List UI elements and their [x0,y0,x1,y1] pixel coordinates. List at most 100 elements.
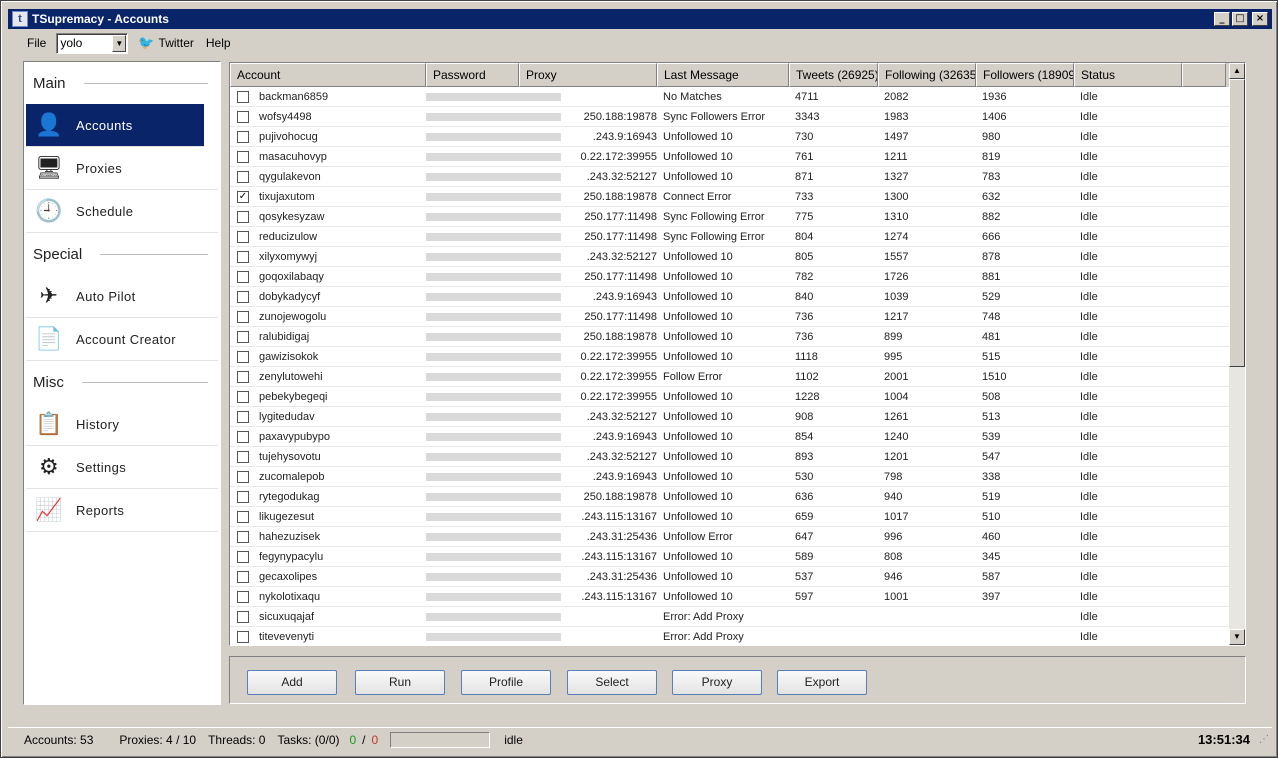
table-row[interactable]: backman6859 No Matches 4711 2082 1936 Idle [230,87,1245,107]
menu-file[interactable]: File [21,36,52,50]
account-name: hahezuzisek [259,531,321,543]
table-row[interactable]: titevevenyti Error: Add Proxy Idle [230,627,1245,645]
select-button[interactable]: Select [567,670,657,695]
table-row[interactable]: zucomalepob .243.9:16943 Unfollowed 10 530 7… [230,467,1245,487]
row-checkbox[interactable] [237,411,249,423]
row-checkbox[interactable] [237,171,249,183]
table-row[interactable]: lygitedudav .243.32:52127 Unfollowed 10 908… [230,407,1245,427]
table-row[interactable]: zunojewogolu 250.177:11498 Unfollowed 10 73… [230,307,1245,327]
row-checkbox[interactable] [237,111,249,123]
sidebar-item-auto-pilot[interactable]: ✈ Auto Pilot [26,275,218,318]
sidebar-item-reports[interactable]: 📈 Reports [26,489,218,532]
sidebar-item-schedule[interactable]: 🕘 Schedule [26,190,218,233]
table-row[interactable]: qygulakevon .243.32:52127 Unfollowed 10 871… [230,167,1245,187]
table-row[interactable]: qosykesyzaw 250.177:11498 Sync Following E… [230,207,1245,227]
table-row[interactable]: pujivohocug .243.9:16943 Unfollowed 10 730 1… [230,127,1245,147]
masked-password [426,333,519,341]
table-row[interactable]: pebekybegeqi 0.22.172:39955 Unfollowed 10 1… [230,387,1245,407]
row-checkbox[interactable] [237,131,249,143]
table-row[interactable]: zenylutowehi 0.22.172:39955 Follow Error 11… [230,367,1245,387]
column-header-status[interactable]: Status [1074,63,1182,87]
grid-scrollbar[interactable]: ▲ ▼ [1229,63,1245,645]
cell-followers: 587 [982,571,1001,583]
sidebar-item-account-creator[interactable]: 📄 Account Creator [26,318,218,361]
row-checkbox[interactable] [237,511,249,523]
row-checkbox[interactable] [237,351,249,363]
scroll-up-icon[interactable]: ▲ [1229,63,1245,79]
action-button-panel: Add Run Profile Select Proxy Export [229,656,1246,704]
table-row[interactable]: ralubidigaj 250.188:19878 Unfollowed 10 736… [230,327,1245,347]
table-row[interactable]: hahezuzisek .243.31:25436 Unfollow Error 64… [230,527,1245,547]
row-checkbox[interactable]: ✓ [237,191,249,203]
sidebar-item-settings[interactable]: ⚙ Settings [26,446,218,489]
column-header-last-message[interactable]: Last Message [657,63,789,87]
table-row[interactable]: wofsy4498 250.188:19878 Sync Followers Err… [230,107,1245,127]
row-checkbox[interactable] [237,431,249,443]
cell-following: 808 [884,551,903,563]
add-button[interactable]: Add [247,670,337,695]
row-checkbox[interactable] [237,231,249,243]
sidebar-item-proxies[interactable]: 🖥 Proxies [26,147,218,190]
run-button[interactable]: Run [355,670,445,695]
row-checkbox[interactable] [237,151,249,163]
row-checkbox[interactable] [237,591,249,603]
sidebar-item-accounts[interactable]: 👤 Accounts [26,104,204,147]
table-row[interactable]: likugezesut .243.115:13167 Unfollowed 10 65… [230,507,1245,527]
chevron-down-icon[interactable]: ▼ [112,34,127,52]
table-row[interactable]: dobykadycyf .243.9:16943 Unfollowed 10 840 1… [230,287,1245,307]
row-checkbox[interactable] [237,271,249,283]
status-clock: 13:51:34 [1197,732,1250,747]
row-checkbox[interactable] [237,371,249,383]
table-row[interactable]: paxavypubypo .243.9:16943 Unfollowed 10 854… [230,427,1245,447]
row-checkbox[interactable] [237,471,249,483]
cell-account: sicuxuqajaf [230,607,426,627]
table-row[interactable]: gawizisokok 0.22.172:39955 Unfollowed 10 11… [230,347,1245,367]
row-checkbox[interactable] [237,251,249,263]
table-row[interactable]: nykolotixaqu .243.115:13167 Unfollowed 10 5… [230,587,1245,607]
table-row[interactable]: masacuhovyp 0.22.172:39955 Unfollowed 10 76… [230,147,1245,167]
column-header-proxy[interactable]: Proxy [519,63,657,87]
row-checkbox[interactable] [237,491,249,503]
close-button[interactable]: × [1252,12,1268,26]
row-checkbox[interactable] [237,211,249,223]
row-checkbox[interactable] [237,631,249,643]
table-row[interactable]: fegynypacylu .243.115:13167 Unfollowed 10 5… [230,547,1245,567]
column-header-following[interactable]: Following (32635) [878,63,976,87]
cell-following: 2001 [884,371,909,383]
resize-grip-icon[interactable]: ⋰ [1259,734,1269,745]
row-checkbox[interactable] [237,611,249,623]
column-header-password[interactable]: Password [426,63,519,87]
profile-select[interactable]: yolo ▼ [56,32,129,54]
table-row[interactable]: gecaxolipes .243.31:25436 Unfollowed 10 537… [230,567,1245,587]
row-checkbox[interactable] [237,91,249,103]
row-checkbox[interactable] [237,391,249,403]
table-row[interactable]: goqoxilabaqy 250.177:11498 Unfollowed 10 78… [230,267,1245,287]
cell-following: 1327 [884,171,909,183]
scroll-down-icon[interactable]: ▼ [1229,629,1245,645]
column-header-followers[interactable]: Followers (18909) [976,63,1074,87]
row-checkbox[interactable] [237,291,249,303]
table-row[interactable]: reducizulow 250.177:11498 Sync Following E… [230,227,1245,247]
export-button[interactable]: Export [777,670,867,695]
profile-button[interactable]: Profile [461,670,551,695]
row-checkbox[interactable] [237,451,249,463]
row-checkbox[interactable] [237,311,249,323]
menu-twitter[interactable]: 🐦 Twitter [132,35,200,51]
row-checkbox[interactable] [237,331,249,343]
maximize-button[interactable]: □ [1232,12,1248,26]
table-row[interactable]: sicuxuqajaf Error: Add Proxy Idle [230,607,1245,627]
row-checkbox[interactable] [237,531,249,543]
minimize-button[interactable]: _ [1214,12,1230,26]
column-header-tweets[interactable]: Tweets (26925) [789,63,878,87]
row-checkbox[interactable] [237,551,249,563]
column-header-account[interactable]: Account [230,63,426,87]
table-row[interactable]: ✓ tixujaxutom 250.188:19878 Connect Error 73… [230,187,1245,207]
row-checkbox[interactable] [237,571,249,583]
table-row[interactable]: rytegodukag 250.188:19878 Unfollowed 10 636… [230,487,1245,507]
table-row[interactable]: tujehysovotu .243.32:52127 Unfollowed 10 89… [230,447,1245,467]
table-row[interactable]: xilyxomywyj .243.32:52127 Unfollowed 10 805… [230,247,1245,267]
scrollbar-thumb[interactable] [1229,79,1245,367]
proxy-button[interactable]: Proxy [672,670,762,695]
menu-help[interactable]: Help [200,36,237,50]
sidebar-item-history[interactable]: 📋 History [26,403,218,446]
